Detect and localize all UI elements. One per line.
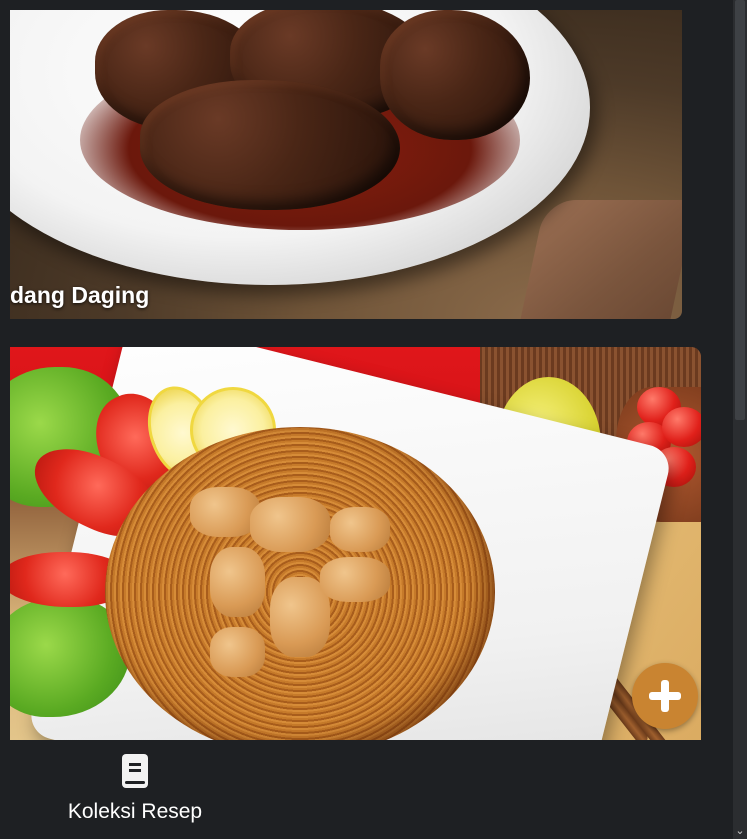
cherry-tomato xyxy=(662,407,701,447)
scrollbar-thumb[interactable] xyxy=(735,0,745,420)
nav-item-label: Koleksi Resep xyxy=(67,800,203,823)
recipe-card-rendang[interactable]: dang Daging xyxy=(10,10,682,319)
meat-piece xyxy=(140,80,400,210)
chicken-piece xyxy=(250,497,330,552)
chicken-piece xyxy=(210,547,265,617)
plus-icon xyxy=(649,680,681,712)
chicken-piece xyxy=(330,507,390,552)
vertical-scrollbar[interactable]: ⌄ xyxy=(733,0,747,839)
bottom-nav: Koleksi Resep xyxy=(10,740,733,839)
recipe-list-viewport[interactable]: dang Daging Koleksi Resep xyxy=(0,0,733,839)
napkin-graphic xyxy=(518,200,682,319)
book-icon xyxy=(122,754,148,788)
chevron-down-icon[interactable]: ⌄ xyxy=(734,825,746,837)
nav-item-koleksi-resep[interactable]: Koleksi Resep xyxy=(50,754,220,834)
recipe-title: dang Daging xyxy=(10,282,150,308)
recipe-card-mie[interactable] xyxy=(10,347,701,740)
meat-piece xyxy=(380,10,530,140)
chicken-piece xyxy=(320,557,390,602)
add-recipe-button[interactable] xyxy=(632,663,698,729)
chicken-piece xyxy=(210,627,265,677)
